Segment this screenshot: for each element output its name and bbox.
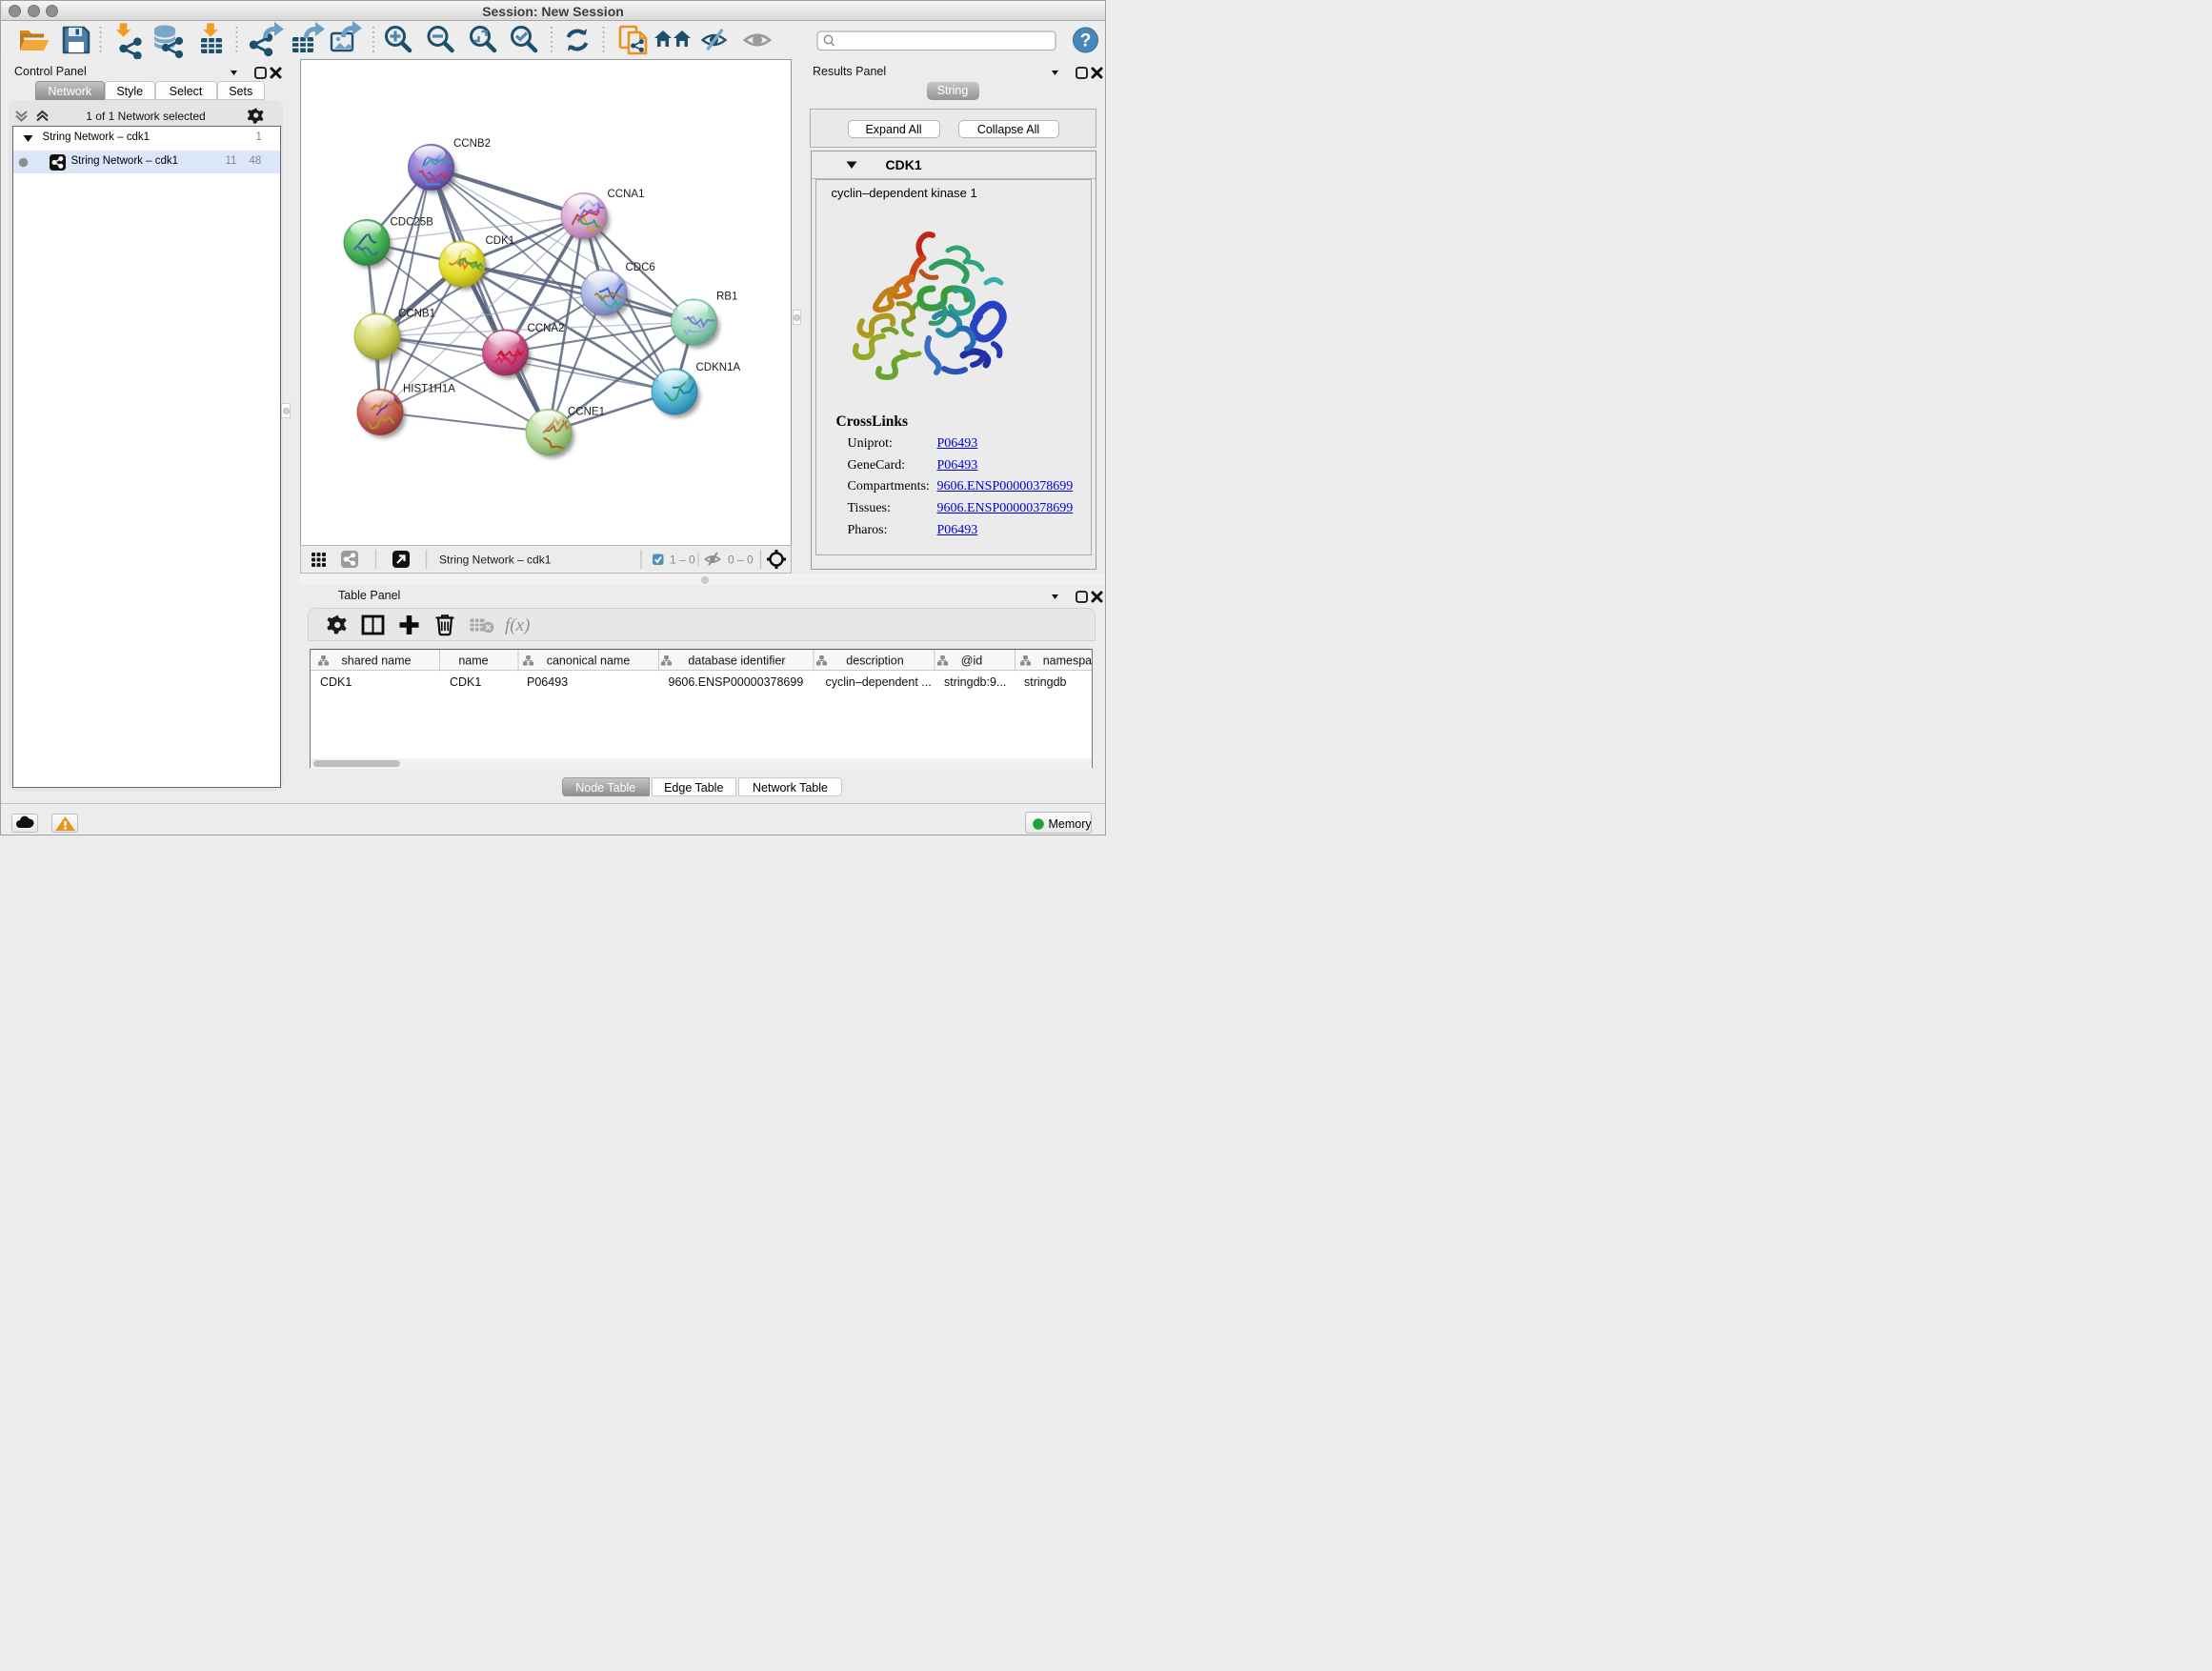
svg-text:HIST1H1A: HIST1H1A: [403, 384, 455, 395]
svg-text:9606.ENSP00000378699: 9606.ENSP00000378699: [669, 675, 804, 689]
svg-text:0 – 0: 0 – 0: [728, 554, 754, 567]
svg-text:CDC25B: CDC25B: [391, 217, 434, 229]
svg-text:CCNA1: CCNA1: [608, 189, 645, 200]
svg-text:CDKN1A: CDKN1A: [696, 362, 741, 373]
svg-text:description: description: [846, 654, 903, 667]
svg-text:f(x): f(x): [505, 615, 530, 635]
svg-text:namespace: namespace: [1043, 654, 1092, 667]
svg-text:shared name: shared name: [342, 654, 412, 667]
svg-text:CCNE1: CCNE1: [568, 407, 605, 418]
svg-text:canonical name: canonical name: [547, 654, 631, 667]
svg-text:CDK1: CDK1: [320, 675, 352, 689]
svg-text:stringdb:9...: stringdb:9...: [944, 675, 1006, 689]
svg-text:?: ?: [1080, 31, 1092, 51]
svg-text:database identifier: database identifier: [688, 654, 785, 667]
svg-text:RB1: RB1: [716, 292, 737, 303]
svg-text:P06493: P06493: [527, 675, 568, 689]
svg-text:name: name: [458, 654, 488, 667]
svg-text:CDC6: CDC6: [626, 262, 655, 273]
svg-text:@id: @id: [961, 654, 982, 667]
svg-text:CCNB1: CCNB1: [398, 309, 435, 320]
svg-text:stringdb: stringdb: [1024, 675, 1067, 689]
svg-text:String Network – cdk1: String Network – cdk1: [439, 554, 552, 567]
svg-text:CCNA2: CCNA2: [528, 323, 565, 334]
svg-text:CDK1: CDK1: [486, 235, 515, 247]
svg-text:1 – 0: 1 – 0: [670, 554, 695, 567]
svg-text:CDK1: CDK1: [450, 675, 481, 689]
svg-text:cyclin–dependent ...: cyclin–dependent ...: [826, 675, 932, 689]
svg-text:CCNB2: CCNB2: [453, 138, 491, 150]
